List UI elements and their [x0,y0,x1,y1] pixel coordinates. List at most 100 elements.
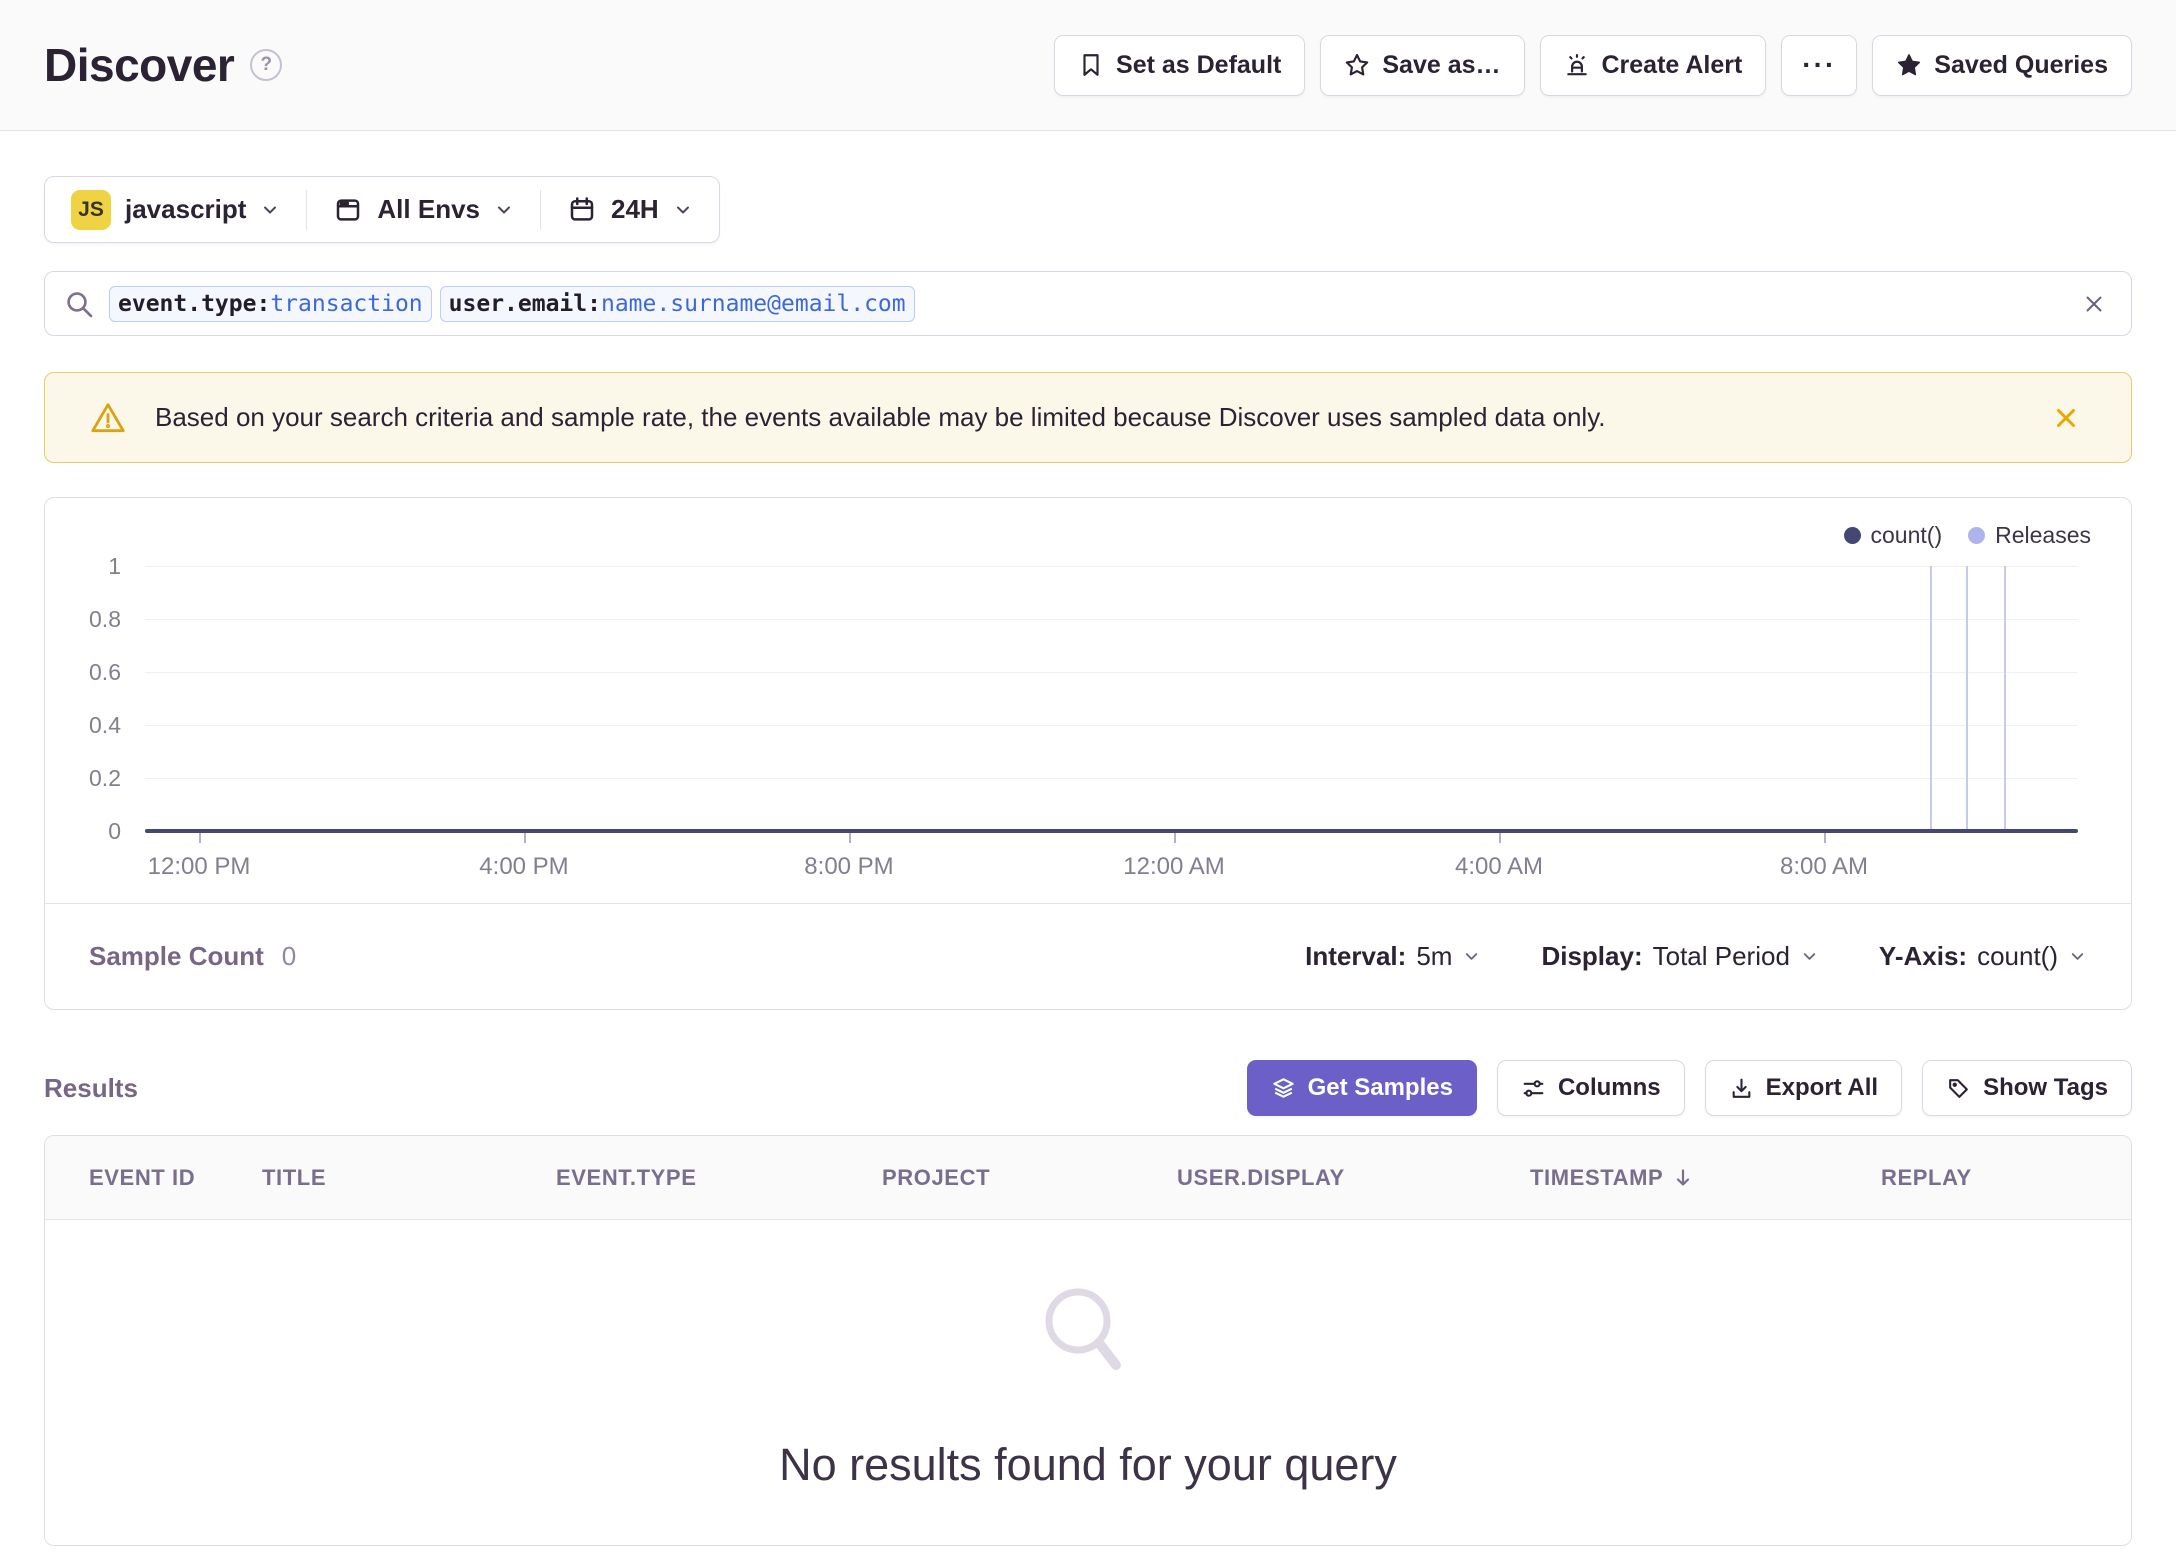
display-dropdown[interactable]: Display: Total Period [1541,941,1818,972]
yaxis-label: Y-Axis: [1878,941,1968,971]
column-label: TIMESTAMP [1530,1165,1664,1190]
x-axis-tick: 4:00 PM [479,853,569,880]
chart-footer-controls: Interval: 5m Display: Total Period Y-Axi… [1305,941,2087,972]
legend-item-releases[interactable]: Releases [1968,522,2091,549]
set-as-default-label: Set as Default [1116,50,1282,79]
help-icon[interactable]: ? [250,49,283,81]
search-clear-button[interactable] [2075,285,2113,323]
search-token-list: event.type: transaction user.email: name.s… [109,285,915,322]
column-header-title[interactable]: TITLE [262,1136,326,1220]
results-empty-state: No results found for your query [45,1220,2131,1545]
get-samples-label: Get Samples [1307,1074,1453,1101]
interval-label: Interval: [1305,941,1407,971]
export-all-button[interactable]: Export All [1704,1060,1903,1116]
filter-bar: JS javascript All Envs 24H [44,176,720,243]
create-alert-label: Create Alert [1601,50,1743,79]
topbar: Discover ? Set as Default Save as… Creat… [0,0,2176,131]
gridline [145,672,2078,673]
yaxis-value: count() [1977,941,2058,971]
gridline [145,619,2078,620]
legend-count-label: count() [1870,522,1943,548]
results-table: EVENT ID TITLE EVENT.TYPE PROJECT USER.D… [44,1135,2132,1546]
columns-button[interactable]: Columns [1496,1060,1685,1116]
x-axis-tickmark [1174,833,1176,843]
sample-count-label: Sample Count [89,941,264,971]
page-title: Discover [44,39,235,91]
get-samples-button[interactable]: Get Samples [1246,1060,1477,1116]
banner-close-icon[interactable] [2045,397,2087,439]
empty-results-message: No results found for your query [779,1439,1397,1490]
window-icon [333,195,363,225]
topbar-actions: Set as Default Save as… Create Alert ···… [1054,34,2132,96]
chevron-down-icon [2068,947,2087,966]
more-actions-button[interactable]: ··· [1781,34,1858,96]
search-input[interactable]: event.type: transaction user.email: name.s… [44,271,2132,336]
column-header-event-type[interactable]: EVENT.TYPE [556,1136,696,1220]
create-alert-button[interactable]: Create Alert [1539,34,1767,96]
x-axis-tick: 12:00 AM [1123,853,1225,880]
token-value: transaction [270,290,423,317]
release-marker-line [1930,566,1932,831]
column-label: TITLE [262,1165,327,1190]
chart-footer: Sample Count 0 Interval: 5m Display: Tot… [45,903,2131,1009]
column-header-user-display[interactable]: USER.DISPLAY [1177,1136,1345,1220]
gridline [145,566,2078,567]
ellipsis-icon: ··· [1802,49,1837,80]
results-table-header: EVENT ID TITLE EVENT.TYPE PROJECT USER.D… [45,1136,2131,1220]
x-axis-tickmark [524,833,526,843]
environment-filter-label: All Envs [377,194,480,224]
x-axis-tick: 4:00 AM [1454,853,1544,880]
x-axis-tickmark [199,833,201,843]
environment-filter-dropdown[interactable]: All Envs [307,194,540,225]
time-range-label: 24H [611,194,659,224]
siren-icon [1564,52,1590,78]
warning-banner-text: Based on your search criteria and sample… [155,402,1606,432]
releases-series-dot-icon [1968,527,1986,544]
column-header-replay[interactable]: REPLAY [1881,1136,1972,1220]
column-label: USER.DISPLAY [1177,1165,1345,1190]
sampled-data-warning-banner: Based on your search criteria and sample… [44,372,2132,463]
column-header-project[interactable]: PROJECT [882,1136,990,1220]
save-as-button[interactable]: Save as… [1320,34,1525,96]
token-key: user.email: [448,290,601,317]
count-series-dot-icon [1843,527,1861,544]
x-axis-tick: 8:00 PM [804,853,894,880]
yaxis-dropdown[interactable]: Y-Axis: count() [1879,941,2087,972]
project-filter-dropdown[interactable]: JS javascript [45,189,306,230]
javascript-platform-icon: JS [71,189,111,230]
show-tags-button[interactable]: Show Tags [1922,1060,2132,1116]
chevron-down-icon [673,200,693,220]
save-as-label: Save as… [1382,50,1501,79]
star-outline-icon [1344,52,1370,78]
show-tags-label: Show Tags [1983,1074,2108,1101]
main-content: JS javascript All Envs 24H event.type: t… [0,131,2176,1546]
layers-icon [1271,1076,1296,1101]
export-all-label: Export All [1765,1074,1879,1101]
set-as-default-button[interactable]: Set as Default [1054,34,1306,96]
interval-dropdown[interactable]: Interval: 5m [1305,941,1481,972]
search-token-event-type[interactable]: event.type: transaction [109,285,432,322]
saved-queries-button[interactable]: Saved Queries [1872,34,2132,96]
search-token-user-email[interactable]: user.email: name.surname@email.com [439,285,915,322]
tag-icon [1946,1076,1971,1101]
token-value: name.surname@email.com [600,290,906,317]
chevron-down-icon [260,200,280,220]
results-header-row: Results Get Samples Columns Export All S… [44,1060,2132,1116]
calendar-icon [567,195,597,225]
column-label: PROJECT [882,1165,991,1190]
star-filled-icon [1896,52,1922,78]
saved-queries-label: Saved Queries [1934,50,2108,79]
chart-plot-area: 12:00 PM 4:00 PM 8:00 PM 12:00 AM 4:00 A… [145,566,2078,880]
y-axis-tick: 0 [108,818,121,844]
column-header-timestamp[interactable]: TIMESTAMP [1530,1136,1695,1220]
y-axis-tick: 0.4 [89,712,121,738]
legend-item-count[interactable]: count() [1843,522,1943,549]
gridline [145,778,2078,779]
column-label: EVENT ID [89,1165,196,1190]
column-label: REPLAY [1881,1165,1972,1190]
time-range-dropdown[interactable]: 24H [541,194,719,225]
column-header-event-id[interactable]: EVENT ID [89,1136,195,1220]
column-label: EVENT.TYPE [556,1165,697,1190]
chart-legend: count() Releases [1843,522,2091,549]
sliders-icon [1521,1076,1546,1101]
